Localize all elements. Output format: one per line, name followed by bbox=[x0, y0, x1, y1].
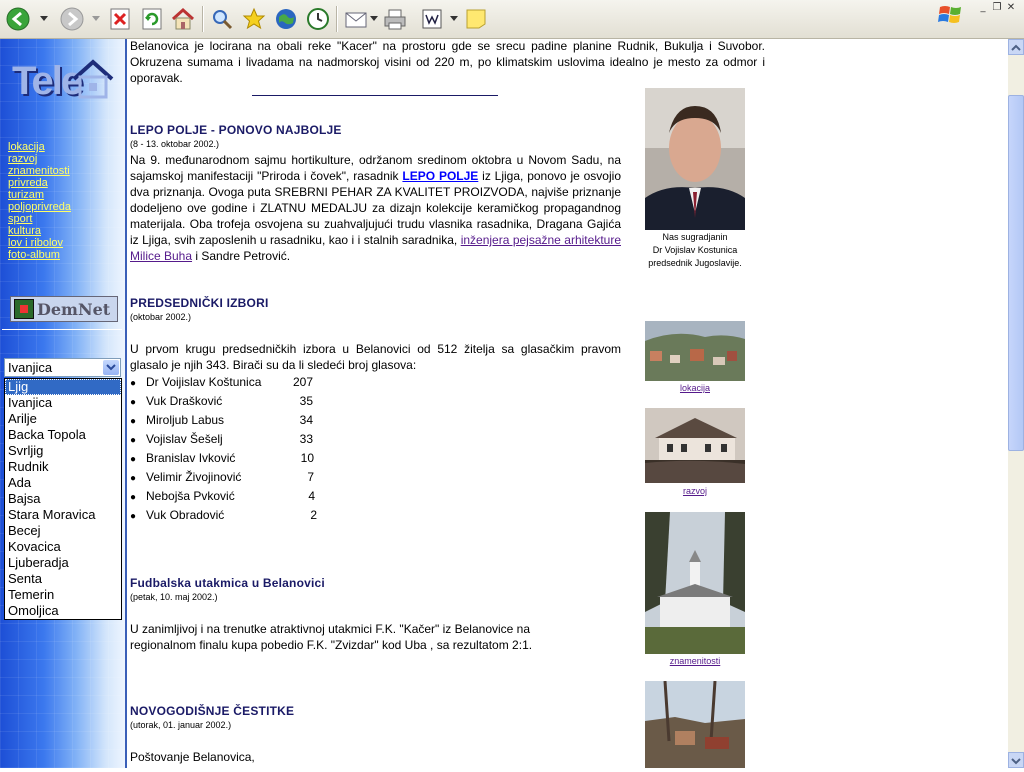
teledomovi-dropdown-list[interactable]: Ljig Ivanjica Arilje Backa Topola Svrlji… bbox=[4, 378, 122, 620]
mail-icon[interactable] bbox=[344, 5, 370, 33]
cestitke-photo[interactable] bbox=[645, 681, 745, 768]
section-divider bbox=[252, 95, 498, 96]
article-text-lepo-polje: Na 9. međunarodnom sajmu hortikulture, o… bbox=[130, 153, 621, 263]
forward-icon[interactable] bbox=[60, 5, 84, 33]
nav-lokacija[interactable]: lokacija bbox=[8, 141, 45, 153]
nav-kultura[interactable]: kultura bbox=[8, 225, 41, 237]
razvoj-photo[interactable] bbox=[645, 408, 745, 483]
tele-logo[interactable]: Tele bbox=[12, 59, 83, 104]
media-icon[interactable] bbox=[274, 5, 298, 33]
dropdown-option[interactable]: Omoljica bbox=[5, 603, 121, 619]
portrait-photo bbox=[645, 88, 745, 230]
scroll-up-icon[interactable] bbox=[1008, 39, 1024, 55]
dropdown-option[interactable]: Becej bbox=[5, 523, 121, 539]
demnet-logo-icon bbox=[14, 299, 34, 319]
lepo-polje-link[interactable]: LEPO POLJE bbox=[402, 169, 478, 183]
article-date: (utorak, 01. januar 2002.) bbox=[130, 720, 232, 730]
list-item: ● Miroljub Labus 34 bbox=[130, 413, 313, 427]
list-item: ● Nebojša Pvković 4 bbox=[130, 489, 315, 503]
article-date: (oktobar 2002.) bbox=[130, 312, 192, 322]
windows-logo-icon bbox=[938, 3, 966, 29]
history-icon[interactable] bbox=[306, 5, 330, 33]
edit-icon[interactable] bbox=[420, 5, 444, 33]
list-item: ● Vuk Obradović 2 bbox=[130, 508, 317, 522]
chevron-down-icon[interactable] bbox=[103, 360, 119, 375]
edit-dropdown-icon[interactable] bbox=[450, 5, 458, 33]
stop-icon[interactable] bbox=[108, 5, 132, 33]
dropdown-option[interactable]: Temerin bbox=[5, 587, 121, 603]
znamenitosti-photo-link[interactable]: znamenitosti bbox=[645, 656, 745, 666]
main-content: Belanovica je locirana na obali reke "Ka… bbox=[130, 39, 765, 768]
nav-privreda[interactable]: privreda bbox=[8, 177, 48, 189]
vertical-scrollbar[interactable] bbox=[1008, 39, 1024, 768]
list-item: ● Vojislav Šešelj 33 bbox=[130, 432, 313, 446]
nav-turizam[interactable]: turizam bbox=[8, 189, 44, 201]
dropdown-option[interactable]: Ivanjica bbox=[5, 395, 121, 411]
restore-icon[interactable]: ❐ bbox=[990, 2, 1004, 14]
nav-znamenitosti[interactable]: znamenitosti bbox=[8, 165, 70, 177]
demnet-banner[interactable]: DemNet bbox=[10, 296, 118, 322]
mail-dropdown-icon[interactable] bbox=[370, 5, 378, 33]
refresh-icon[interactable] bbox=[140, 5, 164, 33]
scroll-down-icon[interactable] bbox=[1008, 752, 1024, 768]
list-item: ● Vuk Drašković 35 bbox=[130, 394, 313, 408]
list-item: ● Velimir Živojinović 7 bbox=[130, 470, 314, 484]
dropdown-option[interactable]: Senta bbox=[5, 571, 121, 587]
article-title-cestitke: NOVOGODIŠNJE ČESTITKE bbox=[130, 704, 295, 718]
favorites-icon[interactable] bbox=[242, 5, 266, 33]
nav-foto-album[interactable]: foto-album bbox=[8, 249, 60, 261]
dropdown-option[interactable]: Bajsa bbox=[5, 491, 121, 507]
demnet-label: DemNet bbox=[37, 299, 111, 319]
dropdown-option[interactable]: Ada bbox=[5, 475, 121, 491]
dropdown-option[interactable]: Svrljig bbox=[5, 443, 121, 459]
print-icon[interactable] bbox=[382, 5, 408, 33]
article-text-fudbal: U zanimljivoj i na trenutke atraktivnoj … bbox=[130, 622, 533, 652]
browser-toolbar: _ ❐ ✕ bbox=[0, 0, 1024, 39]
article-title-fudbal: Fudbalska utakmica u Belanovici bbox=[130, 576, 325, 590]
minimize-icon[interactable]: _ bbox=[976, 2, 990, 14]
portrait-caption: Nas sugradjanin Dr Vojislav Kostunica pr… bbox=[648, 232, 742, 268]
nav-sport[interactable]: sport bbox=[8, 213, 32, 225]
razvoj-photo-link[interactable]: razvoj bbox=[645, 486, 745, 496]
close-icon[interactable]: ✕ bbox=[1004, 2, 1018, 14]
article-text-cestitke: Poštovanje Belanovica, bbox=[130, 750, 255, 764]
dropdown-option[interactable]: Backa Topola bbox=[5, 427, 121, 443]
select-value: Ivanjica bbox=[8, 360, 53, 375]
dropdown-option[interactable]: Ljig bbox=[5, 379, 121, 395]
intro-text: Belanovica je locirana na obali reke "Ka… bbox=[130, 39, 765, 85]
scroll-thumb[interactable] bbox=[1008, 95, 1024, 451]
discuss-icon[interactable] bbox=[464, 5, 488, 33]
article-title-izbori: PREDSEDNIČKI IZBORI bbox=[130, 296, 269, 310]
back-dropdown-icon[interactable] bbox=[40, 5, 48, 33]
article-date: (8 - 13. oktobar 2002.) bbox=[130, 139, 220, 149]
dropdown-option[interactable]: Stara Moravica bbox=[5, 507, 121, 523]
dropdown-option[interactable]: Rudnik bbox=[5, 459, 121, 475]
nav-lov-i-ribolov[interactable]: lov i ribolov bbox=[8, 237, 63, 249]
sidebar-border bbox=[125, 39, 127, 768]
article-title-lepo-polje: LEPO POLJE - PONOVO NAJBOLJE bbox=[130, 123, 342, 137]
back-icon[interactable] bbox=[6, 5, 30, 33]
list-item: ● Branislav Ivković 10 bbox=[130, 451, 314, 465]
dropdown-option[interactable]: Arilje bbox=[5, 411, 121, 427]
dropdown-option[interactable]: Ljuberadja bbox=[5, 555, 121, 571]
search-icon[interactable] bbox=[210, 5, 234, 33]
article-text-izbori: U prvom krugu predsedničkih izbora u Bel… bbox=[130, 342, 621, 372]
sidebar-divider bbox=[2, 329, 122, 330]
nav-poljoprivreda[interactable]: poljoprivreda bbox=[8, 201, 71, 213]
article-date: (petak, 10. maj 2002.) bbox=[130, 592, 218, 602]
home-icon[interactable] bbox=[170, 5, 196, 33]
teledomovi-select[interactable]: Ivanjica bbox=[4, 358, 121, 377]
dropdown-option[interactable]: Kovacica bbox=[5, 539, 121, 555]
house-logo-icon bbox=[72, 59, 114, 105]
lokacija-photo-link[interactable]: lokacija bbox=[645, 383, 745, 393]
lokacija-photo[interactable] bbox=[645, 321, 745, 381]
znamenitosti-photo[interactable] bbox=[645, 512, 745, 654]
list-item: ● Dr Voijislav Koštunica 207 bbox=[130, 375, 313, 389]
nav-razvoj[interactable]: razvoj bbox=[8, 153, 37, 165]
forward-dropdown-icon[interactable] bbox=[92, 5, 100, 33]
